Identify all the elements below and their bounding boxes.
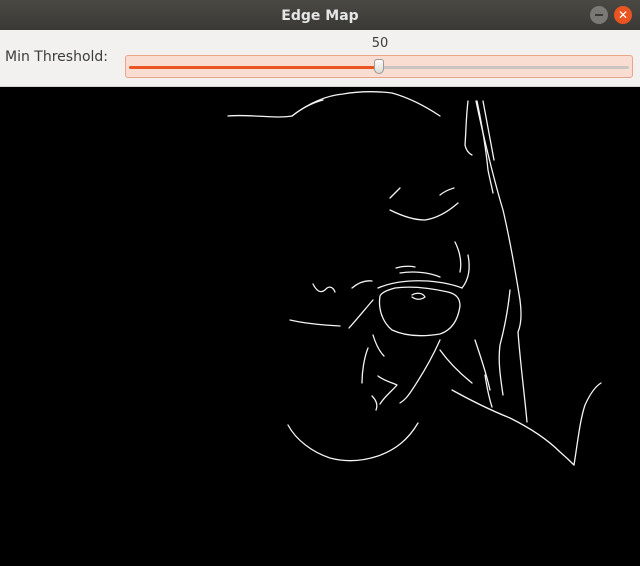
edge-hair-strand-1 <box>464 100 473 156</box>
min-threshold-value: 50 <box>371 36 389 51</box>
edge-lip-small <box>371 395 378 411</box>
close-button[interactable]: ✕ <box>614 6 632 24</box>
minimize-button[interactable] <box>590 6 608 24</box>
edge-nostril <box>361 347 369 384</box>
edge-cheek-left <box>289 319 341 327</box>
edge-map-image <box>227 90 602 466</box>
edge-shirt-2 <box>484 374 493 408</box>
window-controls: ✕ <box>590 6 632 24</box>
edge-eye-lids-2 <box>399 271 441 278</box>
edge-shirt-1 <box>474 339 491 391</box>
app-window: Edge Map ✕ Min Threshold: 50 <box>0 0 640 566</box>
edge-glasses-arm <box>461 254 470 289</box>
edge-map-canvas <box>0 87 640 566</box>
edge-hair-left <box>291 99 324 117</box>
slider-fill <box>129 66 379 69</box>
threshold-toolbar: Min Threshold: 50 <box>0 30 640 87</box>
edge-nose-tip <box>372 334 385 357</box>
edge-brow-small-1 <box>389 187 401 199</box>
edge-nose-bridge <box>351 280 373 289</box>
edge-jaw-inner <box>399 339 441 404</box>
title-bar[interactable]: Edge Map ✕ <box>0 0 640 30</box>
edge-eye-lids <box>395 265 416 269</box>
min-threshold-label: Min Threshold: <box>5 49 109 65</box>
edge-face-right <box>475 100 528 423</box>
edge-glasses-top <box>377 280 463 289</box>
edge-brow <box>389 202 459 221</box>
edge-mouth-fold <box>439 349 473 384</box>
edge-cheek-right <box>498 289 511 396</box>
edge-temple <box>454 241 462 273</box>
close-icon: ✕ <box>617 8 629 22</box>
edge-chin <box>287 422 419 462</box>
edge-hair-top <box>227 90 441 118</box>
min-threshold-slider[interactable] <box>125 55 633 78</box>
edge-collar-right <box>573 382 602 466</box>
edge-glasses-frame <box>378 286 461 337</box>
window-title: Edge Map <box>281 7 359 24</box>
edge-brow-small-2 <box>439 187 455 196</box>
edge-nose-side <box>348 299 374 329</box>
edge-eye-left <box>312 283 336 293</box>
edge-upper-lip <box>377 375 398 405</box>
slider-handle[interactable] <box>374 59 384 74</box>
edge-glasses-lens-inner <box>411 292 426 300</box>
edge-hair-strand-3 <box>482 100 495 161</box>
edge-neck <box>451 389 575 466</box>
minimize-icon <box>595 14 603 16</box>
